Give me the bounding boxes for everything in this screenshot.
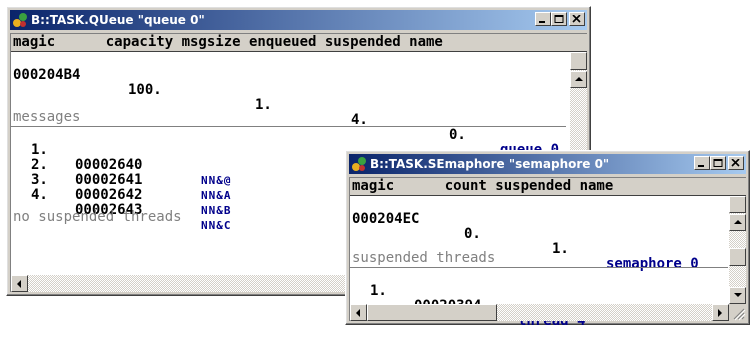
message-chars: NN&A xyxy=(201,189,232,202)
trace32-app-icon xyxy=(12,12,28,28)
semaphore-scroll-down-button[interactable] xyxy=(729,287,746,304)
semaphore-scroll-right-button[interactable] xyxy=(712,304,729,321)
maximize-button[interactable] xyxy=(551,12,567,26)
semaphore-window-title: B::TASK.SEmaphore "semaphore 0" xyxy=(370,157,610,171)
maximize-icon xyxy=(713,159,723,167)
semaphore-scroll-lower-thumb[interactable] xyxy=(729,248,746,266)
maximize-icon xyxy=(554,15,564,23)
semaphore-hscroll-thumb[interactable] xyxy=(367,304,497,321)
arrow-up-icon xyxy=(575,77,583,81)
message-address: 00002640 xyxy=(75,157,143,173)
close-icon xyxy=(731,159,740,167)
message-chars: NN&C xyxy=(201,219,232,232)
message-index: 4. xyxy=(31,187,48,203)
queue-suspended: 0. xyxy=(449,127,466,143)
thread-index: 1. xyxy=(370,283,387,299)
queue-scroll-thumb[interactable] xyxy=(570,52,587,70)
queue-window-controls xyxy=(535,12,585,28)
suspended-threads-label: suspended threads xyxy=(352,250,496,266)
semaphore-horizontal-scrollbar[interactable] xyxy=(350,304,729,321)
semaphore-scroll-left-button[interactable] xyxy=(350,304,367,321)
semaphore-magic: 000204EC xyxy=(352,211,420,227)
semaphore-name-link[interactable]: semaphore 0 xyxy=(606,257,699,272)
semaphore-vertical-scrollbar[interactable] xyxy=(729,196,746,304)
queue-window-title: B::TASK.QUeue "queue 0" xyxy=(31,13,205,27)
semaphore-count: 0. xyxy=(464,226,481,242)
close-button[interactable] xyxy=(728,156,744,170)
arrow-right-icon xyxy=(718,309,722,317)
queue-window-titlebar[interactable]: B::TASK.QUeue "queue 0" xyxy=(10,10,587,30)
resize-grip-icon[interactable] xyxy=(729,304,746,321)
queue-msgsize: 1. xyxy=(255,97,272,113)
arrow-up-icon xyxy=(734,220,742,224)
queue-capacity: 100. xyxy=(128,82,162,98)
arrow-left-icon xyxy=(17,280,21,288)
minimize-button[interactable] xyxy=(535,12,551,26)
arrow-down-icon xyxy=(734,293,742,297)
close-button[interactable] xyxy=(569,12,585,26)
no-suspended-threads-label: no suspended threads xyxy=(13,209,182,225)
semaphore-column-header: magic count suspended name xyxy=(350,178,746,196)
message-chars: NN&@ xyxy=(201,174,232,187)
queue-column-header: magic capacity msgsize enqueued suspende… xyxy=(11,34,587,52)
semaphore-window: B::TASK.SEmaphore "semaphore 0" magic co… xyxy=(345,150,750,329)
maximize-button[interactable] xyxy=(710,156,726,170)
message-chars: NN&B xyxy=(201,204,232,217)
semaphore-row[interactable]: 000204EC 0. 1. semaphore 0 xyxy=(352,197,732,287)
minimize-icon xyxy=(698,165,704,167)
semaphore-scroll-up-button[interactable] xyxy=(729,214,746,231)
message-address: 00002642 xyxy=(75,187,143,203)
close-icon xyxy=(572,15,581,23)
semaphore-scroll-thumb[interactable] xyxy=(729,196,746,213)
messages-label: messages xyxy=(13,109,81,125)
queue-scroll-left-button[interactable] xyxy=(11,275,28,292)
minimize-button[interactable] xyxy=(694,156,710,170)
message-address: 00002641 xyxy=(75,172,143,188)
semaphore-window-content: magic count suspended name 000204EC 0. 1… xyxy=(349,177,746,329)
minimize-icon xyxy=(539,21,545,23)
arrow-left-icon xyxy=(356,309,360,317)
semaphore-suspended: 1. xyxy=(552,241,569,257)
threads-separator xyxy=(350,267,728,268)
messages-separator xyxy=(11,126,566,127)
semaphore-window-titlebar[interactable]: B::TASK.SEmaphore "semaphore 0" xyxy=(349,154,746,174)
queue-scroll-up-button[interactable] xyxy=(570,71,587,88)
trace32-app-icon xyxy=(351,156,367,172)
queue-magic: 000204B4 xyxy=(13,67,81,83)
semaphore-window-controls xyxy=(694,156,744,172)
